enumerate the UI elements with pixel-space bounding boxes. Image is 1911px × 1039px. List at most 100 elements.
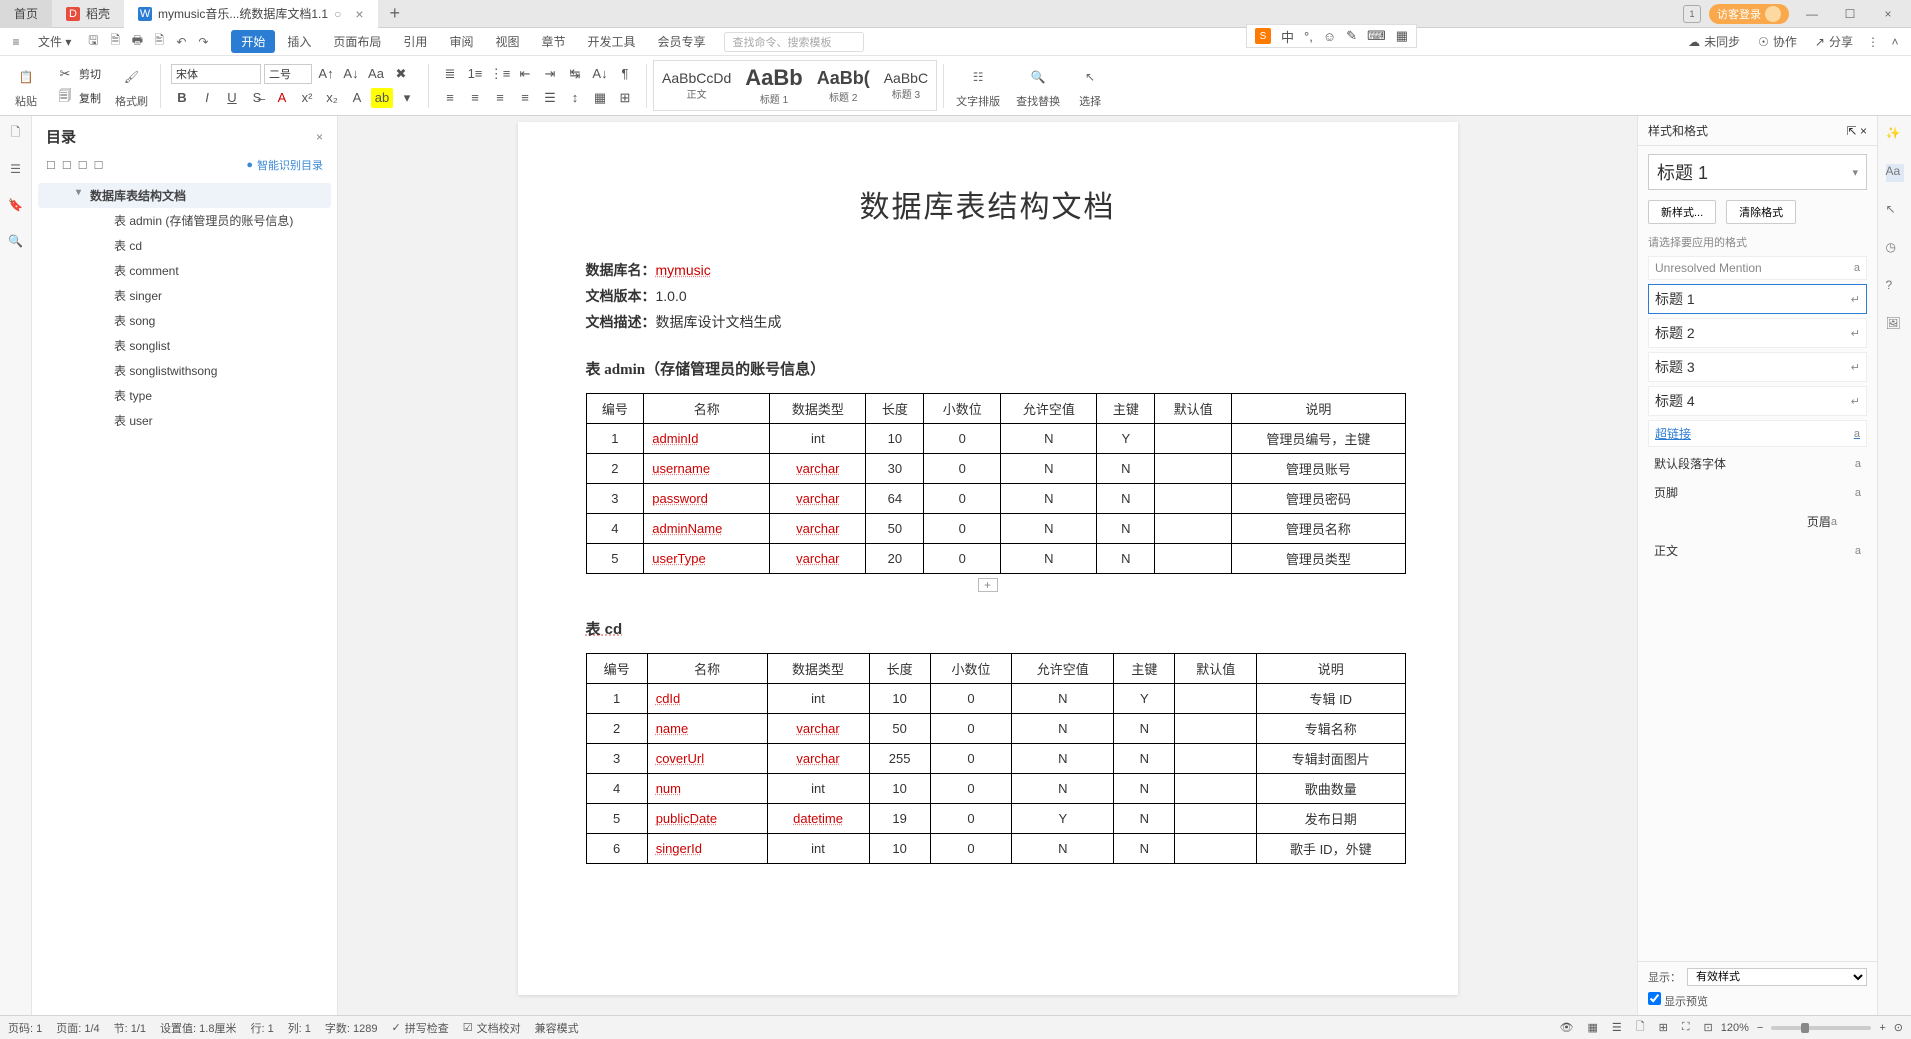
style-item[interactable]: 页脚a	[1648, 480, 1867, 505]
outline-item[interactable]: 表 type	[38, 383, 331, 408]
command-search[interactable]: 查找命令、搜索模板	[724, 32, 864, 52]
zoom-slider[interactable]	[1771, 1026, 1871, 1030]
preview-checkbox[interactable]: 显示预览	[1648, 992, 1867, 1009]
status-spell[interactable]: ✓ 拼写检查	[392, 1020, 449, 1036]
ime-toolbar[interactable]: S 中 °, ☺ ✎ ⌨ ▦	[1246, 24, 1417, 48]
zoom-in-button[interactable]: +	[1879, 1022, 1885, 1034]
align-center-icon[interactable]: ≡	[464, 88, 486, 108]
subscript-icon[interactable]: x₂	[321, 88, 343, 108]
clear-format-button[interactable]: 清除格式	[1726, 200, 1796, 224]
login-button[interactable]: 访客登录	[1709, 4, 1789, 24]
style-item[interactable]: 标题 1↵	[1648, 284, 1867, 314]
outline-item[interactable]: 表 cd	[38, 233, 331, 258]
layout-print-icon[interactable]: ▦	[1587, 1021, 1597, 1034]
status-section[interactable]: 节: 1/1	[114, 1020, 146, 1036]
share-button[interactable]: ↗ 分享	[1807, 30, 1861, 53]
view-mode-icon[interactable]: 👁	[1560, 1021, 1574, 1034]
font-family-select[interactable]: 宋体	[171, 64, 261, 84]
font-color-icon[interactable]: A	[271, 88, 293, 108]
numbering-icon[interactable]: 1≡	[464, 64, 486, 84]
sort-icon[interactable]: A↓	[589, 64, 611, 84]
select-tool-icon[interactable]: ↖	[1886, 202, 1904, 220]
font-dialog-icon[interactable]: ▾	[396, 88, 418, 108]
superscript-icon[interactable]: x²	[296, 88, 318, 108]
ime-lang-icon[interactable]: 中	[1281, 27, 1294, 46]
outline-item[interactable]: 表 songlist	[38, 333, 331, 358]
ime-emoji-icon[interactable]: ☺	[1323, 29, 1336, 44]
collapse-ribbon-icon[interactable]: ˄	[1885, 32, 1905, 52]
undo-icon[interactable]: ↶	[171, 32, 191, 52]
menu-item[interactable]: 视图	[485, 30, 529, 53]
grow-font-icon[interactable]: A↑	[315, 64, 337, 84]
line-spacing-icon[interactable]: ↕	[564, 88, 586, 108]
print-icon[interactable]: 🖶	[127, 32, 147, 52]
cut-button[interactable]: ✂	[54, 64, 76, 84]
status-words[interactable]: 字数: 1289	[325, 1020, 378, 1036]
style-item[interactable]: Unresolved Mentiona	[1648, 256, 1867, 280]
zoom-out-button[interactable]: −	[1757, 1022, 1763, 1034]
outline-item[interactable]: 表 songlistwithsong	[38, 358, 331, 383]
close-panel-icon[interactable]: ×	[1860, 124, 1867, 138]
outline-icon[interactable]: ☰	[7, 160, 25, 178]
fullscreen-icon[interactable]: ⛶	[1682, 1021, 1690, 1034]
format-painter[interactable]: 🖌格式刷	[109, 61, 154, 111]
new-tab-button[interactable]: +	[378, 3, 413, 24]
menu-item[interactable]: 章节	[531, 30, 575, 53]
zoom-reset-icon[interactable]: ⊙	[1894, 1021, 1903, 1034]
clock-icon[interactable]: ◷	[1886, 240, 1904, 258]
shading-icon[interactable]: ▦	[589, 88, 611, 108]
show-marks-icon[interactable]: ¶	[614, 64, 636, 84]
more-menu-icon[interactable]: ⋮	[1863, 32, 1883, 52]
export-icon[interactable]: 🖹	[149, 32, 169, 52]
outline-item[interactable]: 表 song	[38, 308, 331, 333]
italic-button[interactable]: I	[196, 88, 218, 108]
text-layout-button[interactable]: ☷文字排版	[950, 61, 1006, 111]
tab-document[interactable]: W mymusic音乐...统数据库文档1.1 ○ ×	[124, 0, 377, 28]
style-item[interactable]: 标题 3↵	[1648, 352, 1867, 382]
outline-item[interactable]: 表 singer	[38, 283, 331, 308]
maximize-button[interactable]: ☐	[1835, 2, 1865, 26]
zoom-fit-icon[interactable]: ⊡	[1704, 1021, 1713, 1034]
menu-item[interactable]: 会员专享	[648, 30, 716, 53]
ime-skin-icon[interactable]: ✎	[1346, 28, 1357, 44]
bold-button[interactable]: B	[171, 88, 193, 108]
style-item[interactable]: 默认段落字体a	[1648, 451, 1867, 476]
save-icon[interactable]: 🖫	[83, 32, 103, 52]
ime-punct-icon[interactable]: °,	[1304, 29, 1313, 44]
image-tool-icon[interactable]: 🖼	[1886, 316, 1904, 334]
status-line[interactable]: 行: 1	[250, 1020, 273, 1036]
copy-button[interactable]: 🗐	[54, 88, 76, 108]
strike-button[interactable]: S̶	[246, 88, 268, 108]
smart-outline-button[interactable]: ●智能识别目录	[246, 157, 323, 173]
outline-root[interactable]: 数据库表结构文档	[38, 183, 331, 208]
status-col[interactable]: 列: 1	[288, 1020, 311, 1036]
status-page-no[interactable]: 页码: 1	[8, 1020, 42, 1036]
ime-keyboard-icon[interactable]: ⌨	[1367, 28, 1386, 44]
style-item[interactable]: 超链接a	[1648, 420, 1867, 447]
style-gallery[interactable]: AaBbCcDd正文 AaBb标题 1 AaBb(标题 2 AaBbC标题 3	[653, 60, 937, 111]
current-style[interactable]: 标题 1▾	[1648, 154, 1867, 190]
ime-menu-icon[interactable]: ▦	[1396, 28, 1408, 44]
status-proof[interactable]: ☑ 文档校对	[463, 1020, 521, 1036]
menu-item[interactable]: 引用	[393, 30, 437, 53]
status-position[interactable]: 设置值: 1.8厘米	[160, 1020, 236, 1036]
pin-panel-icon[interactable]: ⇱	[1847, 124, 1857, 138]
style-item[interactable]: 页眉a	[1648, 509, 1867, 534]
outline-tool-1[interactable]: ☐	[46, 159, 56, 172]
layout-read-icon[interactable]: ☰	[1612, 1021, 1622, 1034]
close-tab-icon[interactable]: ×	[355, 6, 363, 22]
styles-tool-icon[interactable]: Aa	[1886, 164, 1904, 182]
menu-item[interactable]: 插入	[277, 30, 321, 53]
clear-format-icon[interactable]: ✖	[390, 64, 412, 84]
help-icon[interactable]: ?	[1886, 278, 1904, 296]
file-menu[interactable]: 文件 ▾	[28, 30, 81, 53]
change-case-icon[interactable]: Aa	[365, 64, 387, 84]
menu-item[interactable]: 审阅	[439, 30, 483, 53]
navigator-icon[interactable]: 🗋	[7, 124, 25, 142]
document-area[interactable]: 数据库表结构文档 数据库名：mymusic 文档版本：1.0.0 文档描述：数据…	[338, 116, 1637, 1015]
layout-outline-icon[interactable]: ⊞	[1659, 1021, 1668, 1034]
multilevel-icon[interactable]: ⋮≡	[489, 64, 511, 84]
layout-web-icon[interactable]: 🗋	[1636, 1018, 1645, 1037]
bookmark-icon[interactable]: 🔖	[7, 196, 25, 214]
tabs-icon[interactable]: ↹	[564, 64, 586, 84]
